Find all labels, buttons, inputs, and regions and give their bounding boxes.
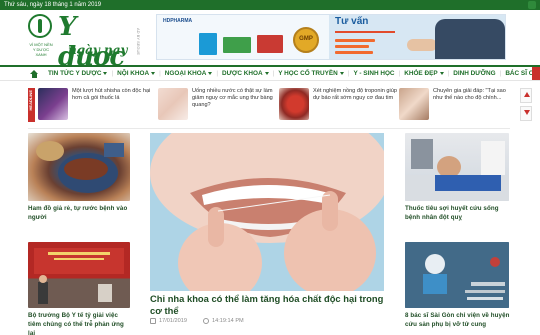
- featured-time: 14:19:14 PM: [212, 318, 244, 324]
- nav-item-label: NỘI KHOA: [117, 70, 150, 77]
- banner-tuvan: Tư vấn: [335, 16, 369, 27]
- nav-item-dinh-duong[interactable]: DINH DƯỠNG: [449, 67, 499, 80]
- banner-person: [435, 19, 505, 59]
- nav-item-label: KHỎE ĐẸP: [404, 70, 438, 77]
- nav-menu: TIN TỨC Y DƯỢC | NỘI KHOA | NGOẠI KHOA |…: [44, 67, 540, 80]
- conference-illustration: [34, 248, 124, 304]
- nav-item-label: Y HỌC CỔ TRUYỀN: [278, 70, 338, 77]
- nav-item-tin-tuc-y-duoc[interactable]: TIN TỨC Y DƯỢC: [44, 67, 111, 80]
- top-bar: Thứ sáu, ngày 18 tháng 1 năm 2019: [0, 0, 540, 10]
- headline-item[interactable]: Một lượt hút shisha còn độc hại hơn cả g…: [38, 88, 158, 122]
- headline-item[interactable]: Xét nghiệm nồng độ troponin giúp dự báo …: [279, 88, 399, 122]
- nav-scroll-button[interactable]: [532, 67, 540, 80]
- nav-item-y-hoc-co-truyen[interactable]: Y HỌC CỔ TRUYỀN: [274, 67, 348, 80]
- headline-prev-button[interactable]: [520, 88, 532, 103]
- article-image[interactable]: [28, 133, 130, 201]
- headline-label-text: HEADLINE: [28, 90, 33, 111]
- chevron-down-icon: [151, 72, 156, 75]
- headline-text: Chuyên gia giải đáp: "Tại sao như thế nà…: [433, 88, 506, 101]
- banner-bar: [335, 45, 369, 48]
- gmp-seal: GMP: [293, 27, 319, 53]
- nav-item-label: Y - SINH HỌC: [353, 70, 395, 77]
- featured-meta: 17/01/2019 14:19:14 PM: [150, 318, 244, 324]
- logo-subtitle: ngày nay: [68, 43, 128, 57]
- top-bar-icon[interactable]: [528, 1, 536, 9]
- headline-arrows: [520, 88, 534, 124]
- main-nav: TIN TỨC Y DƯỢC | NỘI KHOA | NGOẠI KHOA |…: [0, 65, 540, 81]
- dental-floss-illustration: [150, 133, 384, 291]
- banner-bar: [335, 39, 375, 42]
- product-box-blue: [199, 33, 217, 55]
- banner-bar: [335, 51, 373, 54]
- site-logo[interactable]: Y dược ngày nay VÌ MỘT NỀN Y DƯỢC XANH: [28, 12, 130, 72]
- article-image[interactable]: [405, 242, 509, 308]
- article-caption[interactable]: 8 bác sĩ Sài Gòn chỉ viện về huyện cứu s…: [405, 311, 511, 329]
- chevron-down-icon: [264, 72, 269, 75]
- nav-item-duoc-khoa[interactable]: DƯỢC KHOA: [218, 67, 273, 80]
- chevron-down-icon: [524, 110, 530, 115]
- ad-label: AD BY SEGUE: [136, 28, 141, 56]
- article-caption[interactable]: Ham đồ giả rẻ, tự rước bệnh vào người: [28, 204, 132, 222]
- nav-item-khoe-dep[interactable]: KHỎE ĐẸP: [400, 67, 447, 80]
- chevron-down-icon: [439, 72, 444, 75]
- headline-item[interactable]: Chuyên gia giải đáp: "Tại sao như thế nà…: [399, 88, 519, 122]
- article-image[interactable]: [405, 133, 509, 201]
- headline-strip: HEADLINE Một lượt hút shisha còn độc hại…: [0, 85, 540, 125]
- chevron-down-icon: [339, 72, 344, 75]
- chevron-down-icon: [103, 72, 108, 75]
- banner-underline: [335, 31, 395, 33]
- featured-title[interactable]: Chỉ nha khoa có thể làm tăng hóa chất độ…: [150, 293, 384, 317]
- nav-item-y-sinh-hoc[interactable]: Y - SINH HỌC: [349, 67, 398, 80]
- headline-thumbnail: [399, 88, 429, 120]
- nav-item-noi-khoa[interactable]: NỘI KHOA: [113, 67, 159, 80]
- article-image[interactable]: [28, 242, 130, 308]
- product-box-red: [257, 35, 283, 53]
- headline-text: Một lượt hút shisha còn độc hại hơn cả g…: [72, 88, 151, 101]
- section-divider: [28, 128, 510, 129]
- headline-thumbnail: [158, 88, 188, 120]
- product-box-green: [223, 37, 251, 53]
- ad-banner[interactable]: HDPHARMA GMP Tư vấn: [156, 14, 506, 60]
- current-date: Thứ sáu, ngày 18 tháng 1 năm 2019: [4, 2, 102, 8]
- headline-item[interactable]: Uống nhiều nước có thật sự làm giảm nguy…: [158, 88, 278, 122]
- logo-title: Y dược: [58, 12, 125, 72]
- featured-date: 17/01/2019: [159, 318, 187, 324]
- chevron-up-icon: [524, 92, 530, 97]
- cookware-illustration: [36, 141, 124, 193]
- headline-next-button[interactable]: [520, 106, 532, 121]
- clock-icon: [203, 318, 209, 324]
- hospital-patient-illustration: [405, 139, 509, 201]
- headline-text: Uống nhiều nước có thật sự làm giảm nguy…: [192, 88, 273, 108]
- logo-emblem-icon: [28, 14, 52, 38]
- featured-image[interactable]: [150, 133, 384, 291]
- site-header: Y dược ngày nay VÌ MỘT NỀN Y DƯỢC XANH A…: [0, 10, 540, 72]
- nav-item-label: DINH DƯỠNG: [453, 70, 496, 77]
- headline-thumbnail: [38, 88, 68, 120]
- headline-thumbnail: [279, 88, 309, 120]
- banner-hand: [407, 39, 437, 51]
- logo-tagline: VÌ MỘT NỀN Y DƯỢC XANH: [29, 42, 53, 57]
- chevron-down-icon: [208, 72, 213, 75]
- home-icon[interactable]: [30, 70, 39, 78]
- headline-text: Xét nghiệm nồng độ troponin giúp dự báo …: [313, 88, 397, 101]
- nav-item-label: NGOẠI KHOA: [164, 70, 207, 77]
- surgical-tools-illustration: [405, 242, 509, 308]
- article-caption[interactable]: Thuốc tiêu sợi huyết cứu sống bệnh nhân …: [405, 204, 511, 222]
- nav-item-label: TIN TỨC Y DƯỢC: [48, 70, 102, 77]
- calendar-icon: [150, 318, 156, 324]
- banner-brand: HDPHARMA: [163, 18, 193, 24]
- nav-item-label: DƯỢC KHOA: [222, 70, 263, 77]
- gmp-label: GMP: [299, 36, 313, 42]
- headline-label: HEADLINE: [28, 88, 35, 122]
- article-caption[interactable]: Bộ trưởng Bộ Y tế tỷ giải việc tiêm chủn…: [28, 311, 132, 335]
- nav-item-ngoai-khoa[interactable]: NGOẠI KHOA: [161, 67, 217, 80]
